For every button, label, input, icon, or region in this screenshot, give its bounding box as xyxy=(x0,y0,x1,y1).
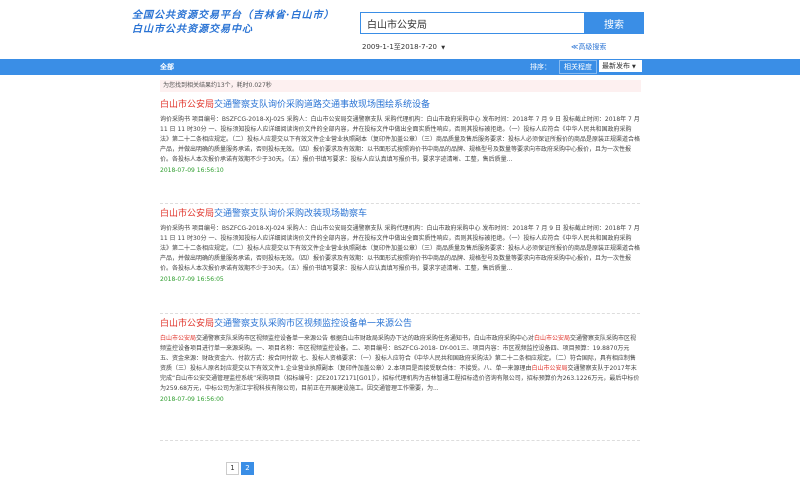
result-date: 2018-07-09 16:56:05 xyxy=(160,276,224,283)
sort-relevance-button[interactable]: 相关程度 xyxy=(559,60,597,74)
date-range-value: 2009-1-1至2018-7-20 xyxy=(362,43,438,51)
result-stats: 为您找到相关结果约13个，耗时0.027秒 xyxy=(160,80,641,92)
result-item: 白山市公安局交通警察支队采购市区视频监控设备单一来源公告 白山市公安局交通警察支… xyxy=(160,318,640,403)
title-highlight: 白山市公安局 xyxy=(160,319,215,329)
page-1-button[interactable]: 1 xyxy=(226,462,239,475)
result-title-link[interactable]: 白山市公安局交通警察支队采购市区视频监控设备单一来源公告 xyxy=(160,318,640,330)
tab-all[interactable]: 全部 xyxy=(160,62,174,72)
header: 全国公共资源交易平台（吉林省·白山市） 白山市公共资源交易中心 搜索 2009-… xyxy=(0,0,800,60)
result-date: 2018-07-09 16:56:10 xyxy=(160,167,224,174)
snippet-highlight: 白山市公安局 xyxy=(533,335,570,342)
result-item: 白山市公安局交通警察支队询价采购改装现场勘察车 询价采购书 项目编号：BSZFC… xyxy=(160,208,640,283)
search-button[interactable]: 搜索 xyxy=(584,12,644,34)
result-snippet: 询价采购书 项目编号：BSZFCG-2018-XJ-024 采购人：白山市公安局… xyxy=(160,225,641,272)
result-snippet: 白山市公安局交通警察支队采购市区视频监控设备单一来源公告 根据白山市财政局采购办… xyxy=(160,334,640,394)
pagination: 12 xyxy=(226,455,256,475)
snippet-highlight: 白山市公安局 xyxy=(531,365,568,372)
sort-label: 排序： xyxy=(530,63,551,71)
page-2-button[interactable]: 2 xyxy=(241,462,254,475)
result-item: 白山市公安局交通警察支队询价采购道路交通事故现场围绘系统设备 询价采购书 项目编… xyxy=(160,99,640,174)
search-input[interactable] xyxy=(360,12,586,34)
result-date: 2018-07-09 16:56:00 xyxy=(160,396,224,403)
caret-down-icon: ▼ xyxy=(441,45,446,51)
title-highlight: 白山市公安局 xyxy=(160,100,215,110)
advanced-search-link[interactable]: ≪高级搜索 xyxy=(571,42,606,52)
navbar: 全部 排序： 相关程度 最新发布 ▼ xyxy=(0,59,800,75)
snippet-highlight: 白山市公安局 xyxy=(160,335,197,342)
date-range-select[interactable]: 2009-1-1至2018-7-20 ▼ xyxy=(362,42,445,52)
logo-line-2: 白山市公共资源交易中心 xyxy=(132,24,253,35)
title-text: 交通警察支队采购市区视频监控设备单一来源公告 xyxy=(214,319,413,329)
logo-line-1: 全国公共资源交易平台（吉林省·白山市） xyxy=(132,10,335,21)
divider xyxy=(160,313,640,314)
caret-down-icon: ▼ xyxy=(632,64,636,70)
site-logo[interactable]: 全国公共资源交易平台（吉林省·白山市） 白山市公共资源交易中心 xyxy=(132,9,342,37)
snippet-text: 交通警察支队采购市区视频监控设备单一来源公告 根据白山市财政局采购办下达的政府采… xyxy=(196,335,534,342)
title-highlight: 白山市公安局 xyxy=(160,209,215,219)
result-snippet: 询价采购书 项目编号：BSZFCG-2018-XJ-025 采购人：白山市公安局… xyxy=(160,116,641,163)
divider xyxy=(160,440,640,441)
search-bar: 搜索 xyxy=(360,12,644,34)
title-text: 交通警察支队询价采购道路交通事故现场围绘系统设备 xyxy=(214,100,431,110)
result-title-link[interactable]: 白山市公安局交通警察支队询价采购道路交通事故现场围绘系统设备 xyxy=(160,99,640,111)
result-title-link[interactable]: 白山市公安局交通警察支队询价采购改装现场勘察车 xyxy=(160,208,640,220)
sort-latest-label: 最新发布 xyxy=(602,62,630,70)
divider xyxy=(160,203,640,204)
sort-latest-select[interactable]: 最新发布 ▼ xyxy=(599,60,642,72)
title-text: 交通警察支队询价采购改装现场勘察车 xyxy=(214,209,368,219)
